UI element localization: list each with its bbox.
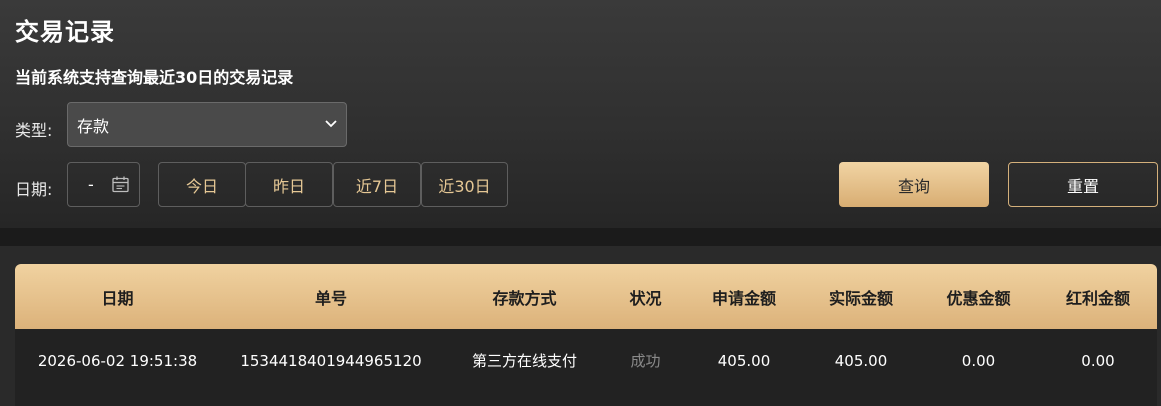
column-header-discount-amount: 优惠金额	[946, 288, 1011, 308]
quick-range-30-days-button[interactable]: 近30日	[421, 162, 508, 207]
quick-range-7-days-button[interactable]: 近7日	[333, 162, 421, 207]
section-divider	[0, 228, 1161, 246]
cell-status: 成功	[630, 352, 661, 370]
calendar-icon	[112, 176, 129, 193]
type-select-value: 存款	[77, 116, 110, 136]
date-label: 日期:	[15, 180, 53, 199]
column-header-requested-amount: 申请金额	[711, 288, 776, 308]
table-header: 日期 单号 存款方式 状况 申请金额 实际金额 优惠金额 红利金额	[15, 264, 1157, 329]
cell-bonus-amount: 0.00	[1081, 351, 1115, 370]
type-select[interactable]: 存款	[67, 102, 347, 147]
column-header-actual-amount: 实际金额	[828, 288, 893, 308]
column-header-bonus-amount: 红利金额	[1065, 288, 1130, 308]
cell-date: 2026-06-02 19:51:38	[37, 351, 198, 370]
page-title: 交易记录	[15, 18, 115, 46]
table-row: 2026-06-02 19:51:38 1534418401944965120 …	[15, 329, 1157, 406]
column-header-deposit-method: 存款方式	[492, 288, 557, 308]
reset-button[interactable]: 重置	[1008, 162, 1158, 207]
filter-panel: 交易记录 当前系统支持查询最近30日的交易记录 类型: 存款 日期: - 今日 …	[0, 0, 1161, 228]
cell-requested-amount: 405.00	[717, 351, 771, 370]
cell-discount-amount: 0.00	[961, 351, 996, 370]
column-header-status: 状况	[629, 288, 662, 308]
transaction-table: 日期 单号 存款方式 状况 申请金额 实际金额 优惠金额 红利金额 2026-0…	[15, 264, 1157, 406]
cell-order-number: 1534418401944965120	[240, 351, 422, 370]
column-header-date: 日期	[101, 288, 134, 308]
date-range-separator: -	[88, 175, 94, 194]
column-header-order-number: 单号	[314, 288, 347, 308]
quick-range-today-button[interactable]: 今日	[158, 162, 246, 207]
page-subtitle: 当前系统支持查询最近30日的交易记录	[15, 68, 294, 87]
query-button[interactable]: 查询	[839, 162, 989, 207]
cell-deposit-method: 第三方在线支付	[471, 352, 577, 370]
chevron-down-icon	[325, 120, 337, 128]
type-label: 类型:	[15, 121, 53, 140]
cell-actual-amount: 405.00	[834, 351, 888, 370]
quick-range-yesterday-button[interactable]: 昨日	[245, 162, 333, 207]
date-range-picker[interactable]: -	[67, 162, 140, 207]
